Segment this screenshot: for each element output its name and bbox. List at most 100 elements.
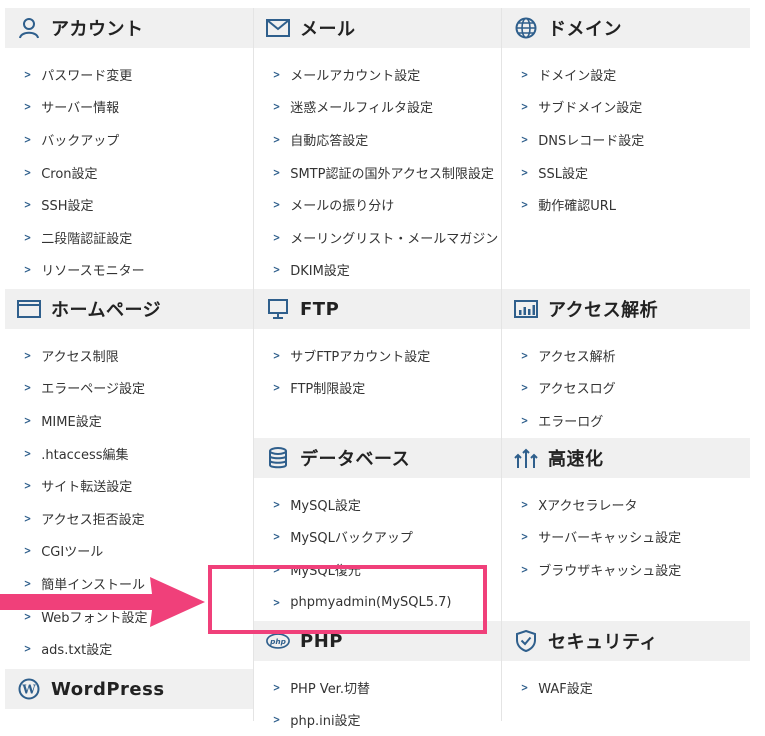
menu-item-backup[interactable]: > バックアップ bbox=[5, 123, 253, 156]
chevron-right-icon: > bbox=[520, 165, 529, 179]
section-title-homepage: ホームページ bbox=[51, 300, 162, 321]
panel-php: php PHP > PHP Ver.切替 > php.ini設定 bbox=[253, 621, 502, 729]
panel-account: アカウント > パスワード変更 > サーバー情報 > バックアップ > Cron設定 >… bbox=[5, 8, 253, 290]
menu-item-test-url[interactable]: > 動作確認URL bbox=[502, 188, 750, 221]
menu-item-ssh[interactable]: > SSH設定 bbox=[5, 188, 253, 221]
menu-list-ftp: > サブFTPアカウント設定 > FTP制限設定 bbox=[254, 329, 502, 404]
chevron-right-icon: > bbox=[520, 497, 529, 511]
chevron-right-icon: > bbox=[23, 446, 32, 460]
menu-item-smtp-foreign-restriction[interactable]: > SMTP認証の国外アクセス制限設定 bbox=[254, 156, 502, 189]
menu-item-spam-filter[interactable]: > 迷惑メールフィルタ設定 bbox=[254, 91, 502, 124]
chevron-right-icon: > bbox=[520, 530, 529, 544]
chevron-right-icon: > bbox=[23, 100, 32, 114]
chevron-right-icon: > bbox=[23, 198, 32, 212]
chevron-right-icon: > bbox=[272, 263, 281, 277]
menu-item-ads-txt[interactable]: > ads.txt設定 bbox=[5, 632, 253, 665]
chevron-right-icon: > bbox=[23, 348, 32, 362]
menu-list-php: > PHP Ver.切替 > php.ini設定 bbox=[254, 661, 502, 736]
chevron-right-icon: > bbox=[23, 263, 32, 277]
menu-item-dns-record[interactable]: > DNSレコード設定 bbox=[502, 123, 750, 156]
chevron-right-icon: > bbox=[272, 562, 281, 576]
menu-item-htaccess[interactable]: > .htaccess編集 bbox=[5, 437, 253, 470]
menu-item-error-page[interactable]: > エラーページ設定 bbox=[5, 372, 253, 405]
menu-item-mailing-list[interactable]: > メーリングリスト・メールマガジン bbox=[254, 221, 502, 254]
menu-list-speedup: > Xアクセラレータ > サーバーキャッシュ設定 > ブラウザキャッシュ設定 bbox=[502, 478, 750, 586]
chevron-right-icon: > bbox=[23, 642, 32, 656]
php-icon: php bbox=[266, 629, 290, 653]
menu-item-php-ini[interactable]: > php.ini設定 bbox=[254, 704, 502, 736]
menu-item-web-font[interactable]: > Webフォント設定 bbox=[5, 600, 253, 633]
menu-item-mail-account[interactable]: > メールアカウント設定 bbox=[254, 58, 502, 91]
menu-item-access-deny[interactable]: > アクセス拒否設定 bbox=[5, 502, 253, 535]
chevron-right-icon: > bbox=[23, 576, 32, 590]
section-title-ftp: FTP bbox=[300, 298, 340, 320]
panel-wordpress: W WordPress bbox=[5, 669, 253, 721]
section-header-domain: ドメイン bbox=[502, 8, 750, 48]
menu-item-access-restriction[interactable]: > アクセス制限 bbox=[5, 339, 253, 372]
chevron-right-icon: > bbox=[272, 713, 281, 727]
menu-item-resource-monitor[interactable]: > リソースモニター bbox=[5, 254, 253, 287]
menu-list-access-analysis: > アクセス解析 > アクセスログ > エラーログ bbox=[502, 329, 750, 437]
menu-item-dkim[interactable]: > DKIM設定 bbox=[254, 254, 502, 287]
menu-item-sub-ftp-account[interactable]: > サブFTPアカウント設定 bbox=[254, 339, 502, 372]
menu-item-mime[interactable]: > MIME設定 bbox=[5, 404, 253, 437]
menu-item-ftp-restriction[interactable]: > FTP制限設定 bbox=[254, 372, 502, 405]
menu-item-ssl[interactable]: > SSL設定 bbox=[502, 156, 750, 189]
panel-domain: ドメイン > ドメイン設定 > サブドメイン設定 > DNSレコード設定 > SSL設定… bbox=[501, 8, 750, 290]
svg-text:php: php bbox=[269, 637, 286, 646]
menu-item-access-analysis[interactable]: > アクセス解析 bbox=[502, 339, 750, 372]
menu-item-error-log[interactable]: > エラーログ bbox=[502, 404, 750, 437]
panel-security: セキュリティ > WAF設定 bbox=[501, 621, 750, 721]
menu-item-server-cache[interactable]: > サーバーキャッシュ設定 bbox=[502, 521, 750, 554]
menu-list-account: > パスワード変更 > サーバー情報 > バックアップ > Cron設定 > SSH設定 … bbox=[5, 48, 253, 286]
menu-item-site-redirect[interactable]: > サイト転送設定 bbox=[5, 469, 253, 502]
bar-chart-icon bbox=[514, 297, 538, 321]
wordpress-icon: W bbox=[17, 677, 41, 701]
browser-window-icon bbox=[17, 297, 41, 321]
chevron-right-icon: > bbox=[272, 680, 281, 694]
monitor-icon bbox=[266, 297, 290, 321]
panel-ftp: FTP > サブFTPアカウント設定 > FTP制限設定 bbox=[253, 289, 502, 439]
chevron-right-icon: > bbox=[23, 381, 32, 395]
chevron-right-icon: > bbox=[272, 230, 281, 244]
menu-item-browser-cache[interactable]: > ブラウザキャッシュ設定 bbox=[502, 553, 750, 586]
section-header-ftp: FTP bbox=[254, 289, 502, 329]
menu-item-password-change[interactable]: > パスワード変更 bbox=[5, 58, 253, 91]
menu-item-phpmyadmin[interactable]: > phpmyadmin(MySQL5.7) bbox=[254, 586, 502, 619]
menu-item-mysql-settings[interactable]: > MySQL設定 bbox=[254, 488, 502, 521]
section-title-speedup: 高速化 bbox=[548, 449, 604, 470]
menu-item-mail-sorting[interactable]: > メールの振り分け bbox=[254, 188, 502, 221]
menu-item-auto-reply[interactable]: > 自動応答設定 bbox=[254, 123, 502, 156]
menu-item-cron[interactable]: > Cron設定 bbox=[5, 156, 253, 189]
chevron-right-icon: > bbox=[23, 609, 32, 623]
menu-item-easy-install[interactable]: > 簡単インストール bbox=[5, 567, 253, 600]
menu-item-x-accelerator[interactable]: > Xアクセラレータ bbox=[502, 488, 750, 521]
chevron-right-icon: > bbox=[520, 562, 529, 576]
section-header-speedup: 高速化 bbox=[502, 438, 750, 478]
section-header-wordpress: W WordPress bbox=[5, 669, 253, 709]
menu-item-mysql-restore[interactable]: > MySQL復元 bbox=[254, 553, 502, 586]
chevron-right-icon: > bbox=[23, 479, 32, 493]
menu-item-server-info[interactable]: > サーバー情報 bbox=[5, 91, 253, 124]
shield-icon bbox=[514, 629, 538, 653]
menu-item-domain-settings[interactable]: > ドメイン設定 bbox=[502, 58, 750, 91]
menu-item-php-version[interactable]: > PHP Ver.切替 bbox=[254, 671, 502, 704]
menu-item-cgi-tools[interactable]: > CGIツール bbox=[5, 535, 253, 568]
section-header-access-analysis: アクセス解析 bbox=[502, 289, 750, 329]
menu-item-waf[interactable]: > WAF設定 bbox=[502, 671, 750, 704]
globe-icon bbox=[514, 16, 538, 40]
menu-item-two-factor[interactable]: > 二段階認証設定 bbox=[5, 221, 253, 254]
menu-item-mysql-backup[interactable]: > MySQLバックアップ bbox=[254, 521, 502, 554]
section-header-php: php PHP bbox=[254, 621, 502, 661]
panel-mail: メール > メールアカウント設定 > 迷惑メールフィルタ設定 > 自動応答設定 > SM… bbox=[253, 8, 502, 290]
panel-speedup: 高速化 > Xアクセラレータ > サーバーキャッシュ設定 > ブラウザキャッシュ設定 bbox=[501, 438, 750, 622]
menu-list-domain: > ドメイン設定 > サブドメイン設定 > DNSレコード設定 > SSL設定 > 動作確… bbox=[502, 48, 750, 221]
chevron-right-icon: > bbox=[272, 348, 281, 362]
chevron-right-icon: > bbox=[272, 165, 281, 179]
section-header-security: セキュリティ bbox=[502, 621, 750, 661]
chevron-right-icon: > bbox=[272, 530, 281, 544]
section-title-php: PHP bbox=[300, 630, 343, 652]
chevron-right-icon: > bbox=[272, 67, 281, 81]
menu-item-access-log[interactable]: > アクセスログ bbox=[502, 372, 750, 405]
menu-item-subdomain[interactable]: > サブドメイン設定 bbox=[502, 91, 750, 124]
